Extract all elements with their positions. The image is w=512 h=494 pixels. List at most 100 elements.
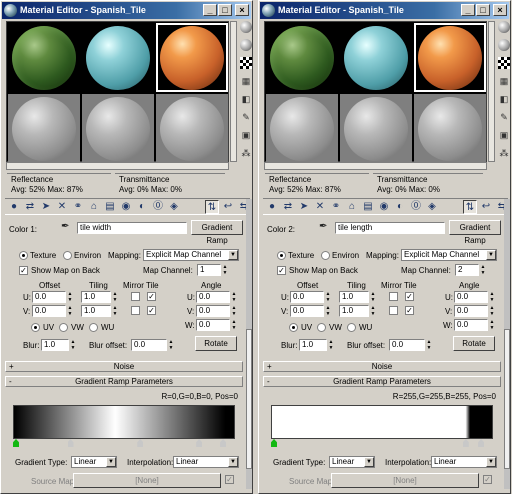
u-angle-spinner[interactable]: ▲ ▼	[231, 291, 237, 303]
map-name-field[interactable]: tile length	[335, 222, 445, 234]
map-type-button[interactable]: Gradient Ramp	[449, 220, 501, 245]
close-button[interactable]: ×	[235, 4, 249, 16]
sample-uv-tiling-icon[interactable]: ▦	[240, 75, 252, 87]
gradient-ramp-rollout[interactable]: - Gradient Ramp Parameters	[5, 376, 243, 387]
eyedropper-icon[interactable]: ✒	[319, 221, 327, 232]
u-angle-field[interactable]: 0.0	[196, 291, 230, 303]
v-mirror-checkbox[interactable]	[131, 306, 140, 315]
sample-slot-6[interactable]	[414, 94, 486, 163]
source-map-checkbox[interactable]: ✓	[225, 475, 234, 484]
make-unique-icon[interactable]: ⚭	[329, 200, 343, 214]
texture-radio[interactable]	[19, 251, 28, 260]
source-map-button[interactable]: [None]	[73, 473, 221, 488]
gradient-flag[interactable]	[196, 439, 202, 447]
uv-radio[interactable]	[289, 323, 298, 332]
v-tiling-spinner[interactable]: ▲ ▼	[112, 305, 118, 317]
sample-uv-tiling-icon[interactable]: ▦	[498, 75, 510, 87]
interpolation-dropdown[interactable]: Linear ▼	[431, 456, 497, 468]
scrollbar-thumb[interactable]	[246, 329, 252, 469]
sample-slot-2[interactable]	[340, 23, 412, 92]
sample-slot-5[interactable]	[82, 94, 154, 163]
source-map-checkbox[interactable]: ✓	[483, 475, 492, 484]
scrollbar-thumb[interactable]	[504, 329, 510, 469]
eyedropper-icon[interactable]: ✒	[61, 221, 69, 232]
assign-to-selection-icon[interactable]: ➤	[297, 200, 311, 214]
texture-radio[interactable]	[277, 251, 286, 260]
put-to-scene-icon[interactable]: ⇄	[281, 200, 295, 214]
blur-spinner[interactable]: ▲ ▼	[70, 339, 76, 351]
u-angle-spinner[interactable]: ▲ ▼	[489, 291, 495, 303]
v-tile-checkbox[interactable]: ✓	[405, 306, 414, 315]
sample-slot-4[interactable]	[8, 94, 80, 163]
wu-radio[interactable]	[347, 323, 356, 332]
sample-slot-3[interactable]	[156, 23, 228, 92]
go-to-parent-icon[interactable]: ⇅	[205, 200, 219, 214]
minimize-button[interactable]: _	[461, 4, 475, 16]
sample-slot-1[interactable]	[266, 23, 338, 92]
u-angle-field[interactable]: 0.0	[454, 291, 488, 303]
reset-map-icon[interactable]: ✕	[55, 200, 69, 214]
v-angle-spinner[interactable]: ▲ ▼	[489, 305, 495, 317]
title-bar[interactable]: Material Editor - Spanish_Tile _ □ ×	[2, 2, 251, 19]
blur-offset-spinner[interactable]: ▲ ▼	[168, 339, 174, 351]
u-tiling-field[interactable]: 1.0	[339, 291, 369, 303]
v-tiling-field[interactable]: 1.0	[81, 305, 111, 317]
map-name-field[interactable]: tile width	[77, 222, 187, 234]
slots-horizontal-scrollbar[interactable]	[6, 162, 229, 170]
cube-icon[interactable]: ◈	[425, 200, 439, 214]
sample-slot-2[interactable]	[82, 23, 154, 92]
options-icon[interactable]: ▣	[240, 129, 252, 141]
gradient-flag[interactable]	[463, 439, 469, 447]
checker-background-icon[interactable]	[498, 57, 510, 69]
u-offset-field[interactable]: 0.0	[290, 291, 324, 303]
show-map-on-back-checkbox[interactable]: ✓	[19, 266, 28, 275]
v-angle-spinner[interactable]: ▲ ▼	[231, 305, 237, 317]
w-angle-spinner[interactable]: ▲ ▼	[231, 319, 237, 331]
u-tiling-spinner[interactable]: ▲ ▼	[370, 291, 376, 303]
backlight-icon[interactable]	[498, 39, 510, 51]
v-offset-field[interactable]: 0.0	[32, 305, 66, 317]
sample-slot-6[interactable]	[156, 94, 228, 163]
put-to-library-icon[interactable]: ⌂	[345, 200, 359, 214]
noise-rollout[interactable]: + Noise	[263, 361, 501, 372]
show-map-in-viewport-icon[interactable]: ◉	[119, 200, 133, 214]
select-by-material-icon[interactable]: ⁂	[240, 147, 252, 159]
environ-radio[interactable]	[63, 251, 72, 260]
u-tiling-field[interactable]: 1.0	[81, 291, 111, 303]
gradient-ramp-rollout[interactable]: - Gradient Ramp Parameters	[263, 376, 501, 387]
interpolation-dropdown[interactable]: Linear ▼	[173, 456, 239, 468]
make-unique-icon[interactable]: ⚭	[71, 200, 85, 214]
mapping-dropdown[interactable]: Explicit Map Channel ▼	[143, 249, 239, 261]
u-tile-checkbox[interactable]: ✓	[405, 292, 414, 301]
put-to-scene-icon[interactable]: ⇄	[23, 200, 37, 214]
w-angle-field[interactable]: 0.0	[196, 319, 230, 331]
v-mirror-checkbox[interactable]	[389, 306, 398, 315]
v-offset-spinner[interactable]: ▲ ▼	[325, 305, 331, 317]
select-by-material-icon[interactable]: ⁂	[498, 147, 510, 159]
u-mirror-checkbox[interactable]	[131, 292, 140, 301]
put-to-library-icon[interactable]: ⌂	[87, 200, 101, 214]
blur-field[interactable]: 1.0	[41, 339, 69, 351]
source-map-button[interactable]: [None]	[331, 473, 479, 488]
gradient-flag[interactable]	[13, 439, 19, 447]
sample-slot-5[interactable]	[340, 94, 412, 163]
sample-slot-3[interactable]	[414, 23, 486, 92]
u-tile-checkbox[interactable]: ✓	[147, 292, 156, 301]
gradient-flag[interactable]	[137, 439, 143, 447]
show-end-result-icon[interactable]: ◐	[135, 200, 149, 214]
minimize-button[interactable]: _	[203, 4, 217, 16]
gradient-flag[interactable]	[220, 439, 226, 447]
u-tiling-spinner[interactable]: ▲ ▼	[112, 291, 118, 303]
backlight-icon[interactable]	[240, 39, 252, 51]
material-effects-channel-icon[interactable]: ▤	[361, 200, 375, 214]
panel-scrollbar[interactable]	[246, 199, 252, 489]
close-button[interactable]: ×	[493, 4, 507, 16]
wu-radio[interactable]	[89, 323, 98, 332]
vw-radio[interactable]	[59, 323, 68, 332]
map-channel-spinner[interactable]: ▲ ▼	[480, 264, 486, 276]
video-check-icon[interactable]: ◧	[240, 93, 252, 105]
show-map-on-back-checkbox[interactable]: ✓	[277, 266, 286, 275]
panel-scrollbar[interactable]	[504, 199, 510, 489]
sample-type-icon[interactable]	[498, 21, 510, 33]
mapping-dropdown[interactable]: Explicit Map Channel ▼	[401, 249, 497, 261]
